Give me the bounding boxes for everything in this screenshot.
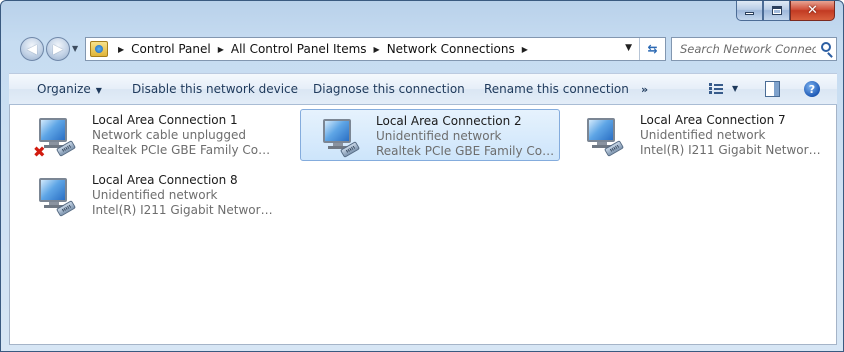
connection-status: Unidentified network (376, 129, 502, 143)
back-arrow-icon: ◀ (27, 41, 37, 57)
breadcrumb-chevron-right-icon[interactable]: ▶ (218, 45, 224, 54)
connection-status: Network cable unplugged (92, 128, 247, 142)
connection-device: Realtek PCIe GBE Family Controller (92, 143, 274, 157)
network-adapter-icon: ✖ (33, 118, 79, 160)
close-icon: ✕ (807, 3, 818, 18)
chevron-down-icon: ▼ (95, 86, 102, 95)
connection-name: Local Area Connection 8 (92, 173, 238, 187)
connection-name: Local Area Connection 1 (92, 113, 238, 127)
connection-status: Unidentified network (92, 188, 218, 202)
control-panel-icon (90, 41, 108, 57)
maximize-button[interactable] (763, 1, 790, 21)
breadcrumb-network-connections[interactable]: Network Connections (387, 42, 515, 56)
search-box[interactable] (671, 37, 837, 61)
address-dropdown-chevron-down-icon[interactable]: ▼ (625, 43, 632, 53)
close-button[interactable]: ✕ (790, 1, 835, 21)
error-x-icon: ✖ (33, 143, 46, 161)
help-icon[interactable]: ? (804, 81, 820, 97)
connections-list: ✖ Local Area Connection 1 Network cable … (9, 105, 837, 345)
breadcrumb-chevron-right-icon[interactable]: ▶ (118, 45, 124, 54)
diagnose-connection-button[interactable]: Diagnose this connection (313, 82, 465, 96)
connection-details: Local Area Connection 7 Unidentified net… (640, 113, 822, 158)
view-options-chevron-down-icon[interactable]: ▼ (732, 84, 738, 93)
connection-device: Intel(R) I211 Gigabit Network Con... (92, 203, 274, 217)
change-view-icon[interactable] (709, 82, 723, 96)
connection-name: Local Area Connection 7 (640, 113, 786, 127)
monitor-icon (39, 118, 67, 142)
network-adapter-icon (39, 178, 79, 220)
connection-name: Local Area Connection 2 (376, 114, 522, 128)
address-bar[interactable]: ▶ Control Panel ▶ All Control Panel Item… (85, 37, 666, 61)
list-item[interactable]: Local Area Connection 2 Unidentified net… (300, 109, 560, 161)
breadcrumb-all-control-panel-items[interactable]: All Control Panel Items (231, 42, 367, 56)
list-item[interactable]: Local Area Connection 7 Unidentified net… (565, 109, 825, 161)
minimize-icon (745, 12, 754, 15)
command-bar: Organize ▼ Disable this network device Di… (9, 73, 837, 105)
organize-label: Organize (37, 82, 91, 96)
network-adapter-icon (323, 119, 363, 161)
disable-device-button[interactable]: Disable this network device (132, 82, 298, 96)
more-commands-button[interactable]: » (641, 83, 648, 96)
back-button[interactable]: ◀ (20, 37, 44, 61)
connection-details: Local Area Connection 1 Network cable un… (92, 113, 274, 158)
breadcrumb-chevron-right-icon[interactable]: ▶ (522, 45, 528, 54)
rename-connection-button[interactable]: Rename this connection (484, 82, 629, 96)
recent-pages-chevron-down-icon[interactable]: ▼ (72, 44, 78, 53)
connection-details: Local Area Connection 8 Unidentified net… (92, 173, 274, 218)
preview-pane-icon[interactable] (765, 81, 780, 97)
monitor-icon (587, 118, 615, 142)
breadcrumb-control-panel[interactable]: Control Panel (131, 42, 211, 56)
connection-status: Unidentified network (640, 128, 766, 142)
navigation-bar: ◀ ▶ ▼ ▶ Control Panel ▶ All Control Pane… (19, 34, 839, 64)
search-icon[interactable] (821, 42, 831, 52)
list-item[interactable]: ✖ Local Area Connection 1 Network cable … (17, 109, 277, 161)
list-item[interactable]: Local Area Connection 8 Unidentified net… (17, 169, 277, 221)
refresh-button[interactable]: ⇆ (639, 38, 665, 60)
monitor-icon (323, 119, 351, 143)
network-adapter-icon (587, 118, 627, 160)
search-input[interactable] (680, 39, 816, 59)
caption-buttons: ✕ (736, 1, 835, 22)
forward-arrow-icon: ▶ (53, 41, 63, 57)
monitor-icon (39, 178, 67, 202)
refresh-icon: ⇆ (647, 42, 658, 56)
forward-button[interactable]: ▶ (46, 37, 70, 61)
connection-device: Realtek PCIe GBE Family Controll... (376, 144, 558, 158)
minimize-button[interactable] (736, 1, 763, 21)
connection-device: Intel(R) I211 Gigabit Network Con... (640, 143, 822, 157)
explorer-window: ✕ ◀ ▶ ▼ ▶ Control Panel ▶ All Control Pa… (0, 0, 844, 352)
breadcrumb-chevron-right-icon[interactable]: ▶ (374, 45, 380, 54)
maximize-icon (771, 6, 782, 15)
organize-button[interactable]: Organize ▼ (37, 82, 102, 96)
connection-details: Local Area Connection 2 Unidentified net… (376, 114, 558, 159)
